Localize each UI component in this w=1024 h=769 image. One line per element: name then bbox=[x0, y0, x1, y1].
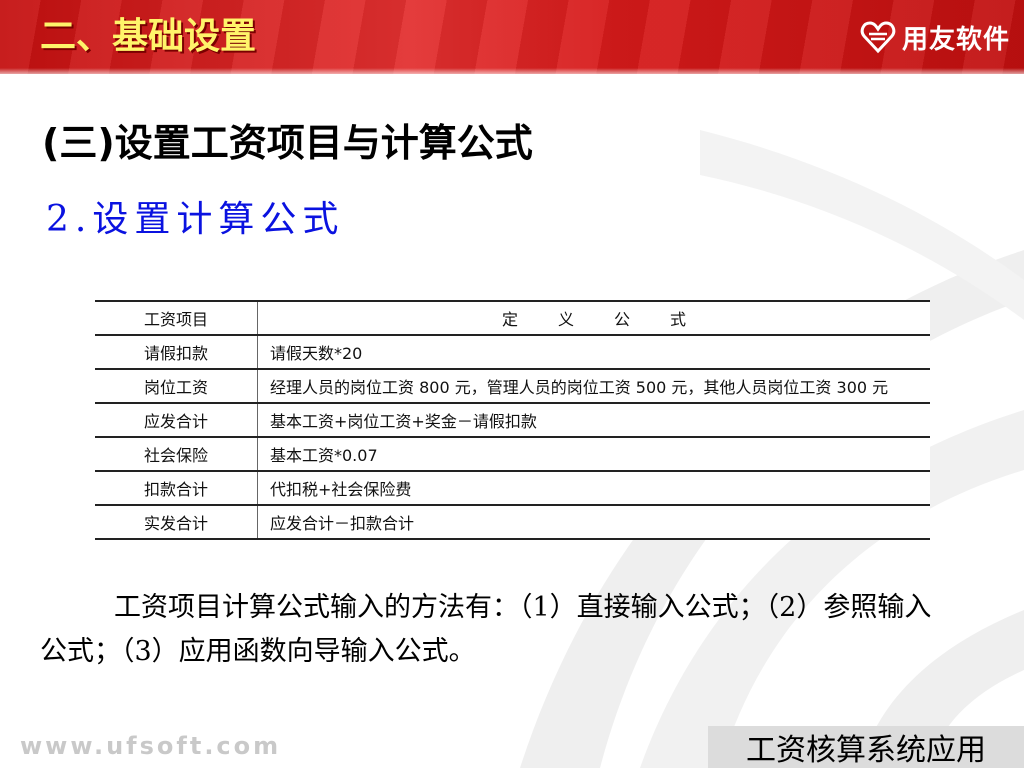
table-row: 扣款合计 代扣税+社会保险费 bbox=[95, 471, 930, 506]
brand-logo: 用友软件 bbox=[860, 18, 1010, 56]
input-methods-paragraph: 工资项目计算公式输入的方法有：（1）直接输入公式；（2）参照输入公式；（3）应用… bbox=[40, 592, 932, 667]
subsection-heading: 2.设置计算公式 bbox=[46, 199, 345, 240]
table-row: 应发合计 基本工资+岗位工资+奖金－请假扣款 bbox=[95, 403, 930, 438]
footer-website-url: www.ufsoft.com bbox=[20, 732, 282, 760]
salary-item-cell: 应发合计 bbox=[95, 403, 258, 438]
formula-cell: 经理人员的岗位工资 800 元，管理人员的岗位工资 500 元，其他人员岗位工资… bbox=[257, 369, 930, 404]
formula-cell: 代扣税+社会保险费 bbox=[257, 471, 930, 506]
salary-item-cell: 实发合计 bbox=[95, 505, 258, 540]
ufida-heart-icon bbox=[860, 21, 896, 54]
footer-course-title: 工资核算系统应用 bbox=[746, 733, 986, 768]
formula-cell: 请假天数*20 bbox=[257, 335, 930, 370]
column-header-item: 工资项目 bbox=[95, 300, 258, 336]
table-row: 实发合计 应发合计－扣款合计 bbox=[95, 505, 930, 540]
footer-course-title-box: 工资核算系统应用 bbox=[708, 726, 1024, 768]
formula-cell: 基本工资+岗位工资+奖金－请假扣款 bbox=[257, 403, 930, 438]
formula-cell: 基本工资*0.07 bbox=[257, 437, 930, 472]
table-row: 社会保险 基本工资*0.07 bbox=[95, 437, 930, 472]
salary-item-cell: 请假扣款 bbox=[95, 335, 258, 370]
salary-item-cell: 岗位工资 bbox=[95, 369, 258, 404]
salary-item-cell: 社会保险 bbox=[95, 437, 258, 472]
formula-table-container: 工资项目 定义公式 请假扣款 请假天数*20 岗位工资 经理人员的岗位工资 80… bbox=[95, 300, 930, 540]
formula-cell: 应发合计－扣款合计 bbox=[257, 505, 930, 540]
table-row: 请假扣款 请假天数*20 bbox=[95, 335, 930, 370]
table-row: 岗位工资 经理人员的岗位工资 800 元，管理人员的岗位工资 500 元，其他人… bbox=[95, 369, 930, 404]
column-header-formula: 定义公式 bbox=[257, 300, 930, 336]
slide-subtitle: (三)设置工资项目与计算公式 bbox=[42, 121, 533, 165]
table-header-row: 工资项目 定义公式 bbox=[95, 300, 930, 336]
salary-item-cell: 扣款合计 bbox=[95, 471, 258, 506]
brand-name: 用友软件 bbox=[901, 24, 1010, 55]
section-title: 二、基础设置 bbox=[40, 15, 257, 57]
salary-formula-table: 工资项目 定义公式 请假扣款 请假天数*20 岗位工资 经理人员的岗位工资 80… bbox=[95, 300, 930, 540]
header-banner: 二、基础设置 用友软件 bbox=[0, 0, 1024, 74]
